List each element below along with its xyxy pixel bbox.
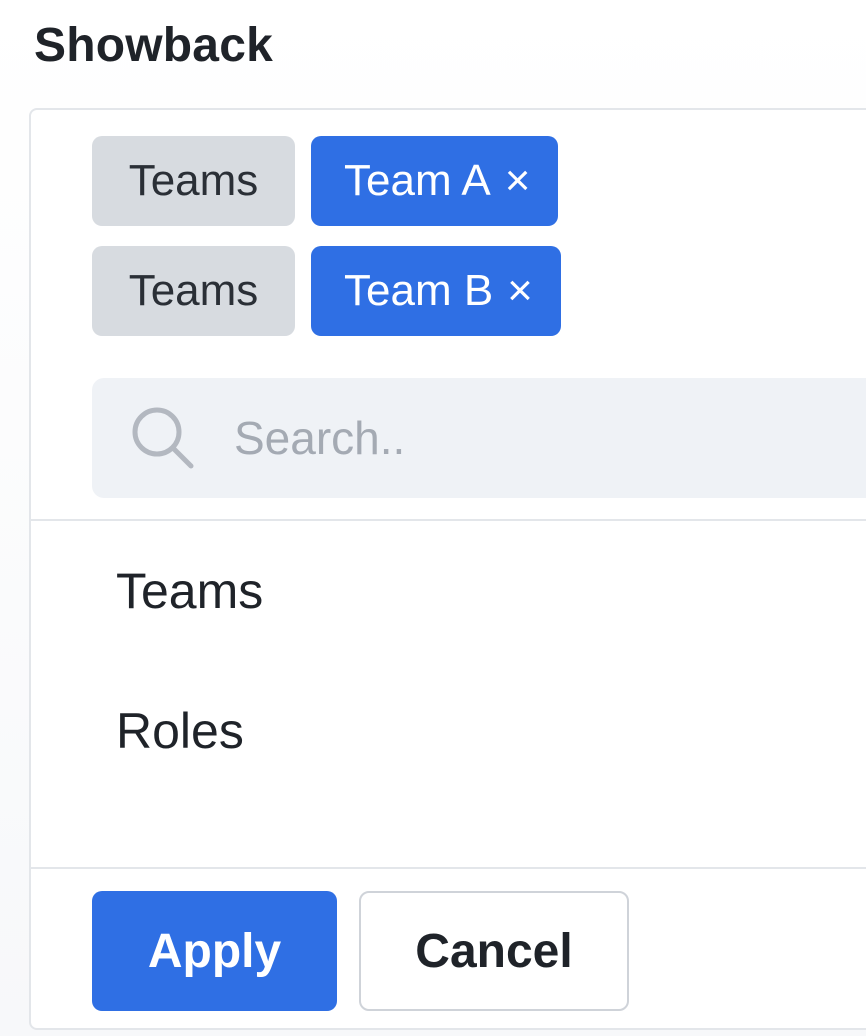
filter-category-chip[interactable]: Teams [92, 246, 295, 336]
filter-value-label: Team B [344, 266, 494, 315]
search-icon [128, 403, 198, 473]
active-filter-team-b: Teams Team B × [92, 246, 561, 336]
search-box[interactable] [92, 378, 866, 498]
option-list: Teams Roles [31, 521, 866, 801]
option-roles[interactable]: Roles [31, 661, 866, 801]
search-icon-graphic [132, 407, 194, 469]
filter-value-chip[interactable]: Team A × [311, 136, 559, 226]
filter-value-label: Team A [344, 156, 491, 205]
close-icon[interactable]: × [505, 159, 531, 203]
cancel-button[interactable]: Cancel [359, 891, 629, 1011]
search-input[interactable] [232, 410, 836, 466]
active-filter-team-a: Teams Team A × [92, 136, 559, 226]
filter-category-chip[interactable]: Teams [92, 136, 295, 226]
page-title: Showback [34, 19, 273, 72]
showback-page: Showback Teams Team A × Teams Team B × S… [0, 0, 866, 1036]
panel-footer: Apply Cancel [92, 891, 629, 1011]
filter-value-chip[interactable]: Team B × [311, 246, 561, 336]
apply-button[interactable]: Apply [92, 891, 337, 1011]
option-teams[interactable]: Teams [31, 521, 866, 661]
divider [31, 867, 866, 869]
filter-panel: Teams Team A × Teams Team B × Search.. T… [29, 108, 866, 1030]
close-icon[interactable]: × [507, 269, 533, 313]
